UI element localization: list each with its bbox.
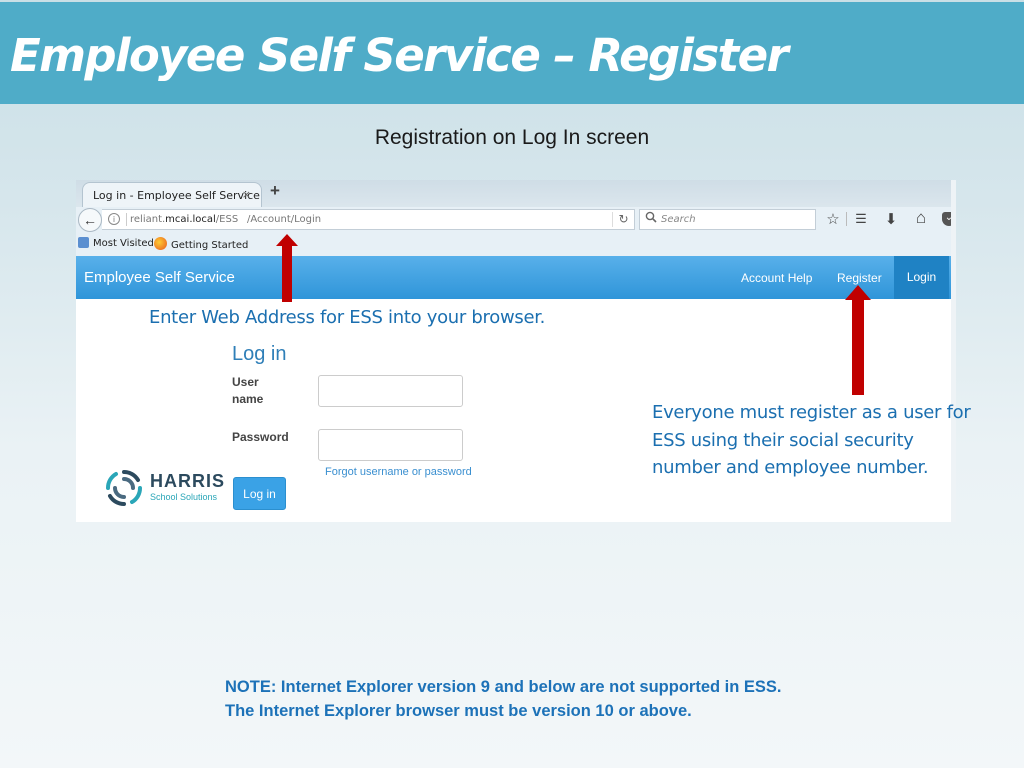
bookmarks-bar: Most Visited Getting Started	[76, 232, 956, 256]
bookmark-getting-started[interactable]: Getting Started	[154, 237, 248, 251]
url-host-domain: mcai.local	[165, 214, 216, 225]
search-placeholder: Search	[661, 214, 696, 225]
harris-swirl-icon	[105, 469, 143, 507]
logo-tagline: School Solutions	[150, 492, 218, 502]
url-separator	[126, 213, 127, 226]
url-path: /Account/Login	[247, 214, 322, 225]
close-tab-icon[interactable]: ×	[242, 188, 251, 201]
nav-register[interactable]: Register	[837, 271, 882, 285]
slide-header: Employee Self Service – Register	[0, 2, 1024, 104]
back-arrow-icon[interactable]: ←	[78, 208, 102, 232]
logo-name: HARRIS	[150, 471, 226, 491]
tab-strip: Log in - Employee Self Service × +	[76, 180, 956, 207]
reload-icon[interactable]: ↻	[612, 212, 634, 227]
nav-login[interactable]: Login	[894, 256, 949, 299]
most-visited-icon	[78, 237, 89, 248]
bookmark-star-icon[interactable]: ☆	[824, 210, 842, 228]
forgot-credentials-link[interactable]: Forgot username or password	[325, 466, 472, 478]
bookmark-label: Getting Started	[171, 240, 249, 251]
app-navbar: Employee Self Service Account Help Regis…	[76, 256, 951, 299]
browser-tab[interactable]: Log in - Employee Self Service ×	[82, 182, 262, 207]
firefox-icon	[154, 237, 167, 250]
password-label: Password	[232, 430, 289, 444]
browser-toolbar: ← i reliant.mcai.local/ESS /Account/Logi…	[76, 207, 956, 232]
slide-title: Employee Self Service – Register	[10, 29, 789, 82]
url-host: reliant.mcai.local/ESS	[130, 214, 238, 225]
register-arrow	[845, 285, 871, 395]
bookmark-label: Most Visited	[93, 238, 154, 249]
callout-web-address: Enter Web Address for ESS into your brow…	[149, 307, 546, 328]
browser-support-note: NOTE: Internet Explorer version 9 and be…	[225, 675, 782, 723]
address-bar[interactable]: i reliant.mcai.local/ESS /Account/Login …	[102, 209, 635, 230]
login-submit-button[interactable]: Log in	[233, 477, 286, 510]
download-icon[interactable]: ⬇	[882, 210, 900, 228]
bookmark-most-visited[interactable]: Most Visited	[78, 237, 154, 249]
new-tab-button[interactable]: +	[270, 181, 280, 201]
app-brand[interactable]: Employee Self Service	[84, 269, 235, 286]
tab-title: Log in - Employee Self Service	[93, 189, 260, 202]
home-icon[interactable]: ⌂	[912, 208, 930, 228]
nav-account-help[interactable]: Account Help	[741, 271, 812, 285]
url-host-prefix: reliant.	[130, 214, 166, 225]
login-title: Log in	[232, 343, 287, 365]
info-icon[interactable]: i	[108, 213, 120, 225]
note-line-2: The Internet Explorer browser must be ve…	[225, 702, 692, 720]
username-label-line1: User	[232, 375, 259, 389]
note-line-1: NOTE: Internet Explorer version 9 and be…	[225, 678, 782, 696]
password-input[interactable]	[318, 429, 463, 461]
harris-logo: HARRIS School Solutions	[104, 468, 234, 508]
toolbar-divider	[846, 212, 847, 226]
slide-subtitle: Registration on Log In screen	[374, 126, 650, 149]
search-input[interactable]: Search	[639, 209, 816, 230]
url-host-suffix: /ESS	[215, 214, 239, 225]
reading-list-icon[interactable]: ☰	[852, 211, 870, 227]
address-bar-arrow	[276, 234, 298, 302]
search-icon	[645, 211, 657, 227]
username-label-line2: name	[232, 392, 264, 406]
username-input[interactable]	[318, 375, 463, 407]
username-label: User name	[232, 374, 263, 408]
callout-register: Everyone must register as a user for ESS…	[652, 402, 971, 478]
